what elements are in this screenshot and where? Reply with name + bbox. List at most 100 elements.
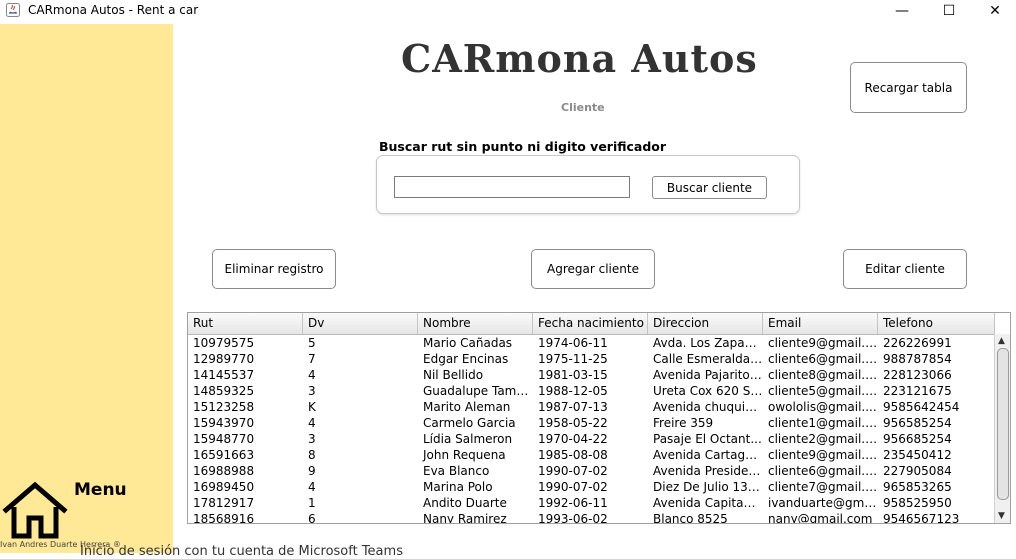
- table-cell: 15943970: [193, 416, 255, 430]
- column-header-fecha-nacimiento[interactable]: Fecha nacimiento: [533, 313, 648, 334]
- table-row[interactable]: 17812917 1 Andito Duarte 1992-06-11 Avenida …: [188, 495, 995, 511]
- table-cell: 6: [308, 512, 316, 524]
- table-cell: Edgar Encinas: [423, 352, 509, 366]
- minimize-button[interactable]: —: [879, 0, 925, 22]
- table-header: Rut Dv Nombre Fecha nacimiento Direccion Emai…: [188, 313, 995, 335]
- table-cell: 227905084: [883, 464, 952, 478]
- column-header-rut[interactable]: Rut: [188, 313, 303, 334]
- table-cell: 16989450: [193, 480, 255, 494]
- maximize-icon: ☐: [942, 3, 956, 19]
- table-cell: Ureta Cox 620 Sa...: [653, 384, 763, 398]
- scroll-up-icon[interactable]: ▲: [998, 336, 1005, 346]
- table-cell: Guadalupe Tama...: [423, 384, 533, 398]
- sidebar: Menu Ivan Andres Duarte Herrera ®: [0, 24, 173, 553]
- search-client-button[interactable]: Buscar cliente: [652, 176, 767, 199]
- table-cell: cliente6@gmail.c...: [768, 352, 878, 366]
- delete-record-button[interactable]: Eliminar registro: [212, 249, 336, 289]
- vertical-scrollbar[interactable]: ▲ ▼: [994, 334, 1010, 523]
- table-row[interactable]: 10979575 5 Mario Cañadas 1974-06-11 Avda. L…: [188, 335, 995, 351]
- table-cell: Avda. Los Zapad...: [653, 336, 763, 350]
- close-button[interactable]: ✕: [972, 0, 1016, 22]
- table-row[interactable]: 15948770 3 Lídia Salmeron 1970-04-22 Pasaje …: [188, 431, 995, 447]
- table-cell: Marito Aleman: [423, 400, 511, 414]
- table-cell: 4: [308, 416, 316, 430]
- home-icon[interactable]: [2, 480, 68, 540]
- table-cell: 1985-08-08: [538, 448, 608, 462]
- column-header-email[interactable]: Email: [763, 313, 878, 334]
- add-client-button[interactable]: Agregar cliente: [531, 249, 655, 289]
- table-row[interactable]: 14859325 3 Guadalupe Tama... 1988-12-05 Uret…: [188, 383, 995, 399]
- table-cell: 9: [308, 464, 316, 478]
- table-cell: Pasaje El Octant...: [653, 432, 762, 446]
- edit-client-button[interactable]: Editar cliente: [843, 249, 967, 289]
- table-cell: 5: [308, 336, 316, 350]
- table-cell: cliente2@gmail.c...: [768, 432, 878, 446]
- table-cell: 988787854: [883, 352, 952, 366]
- table-cell: Avenida Presiden...: [653, 464, 763, 478]
- table-cell: cliente8@gmail.c...: [768, 368, 878, 382]
- scrollbar-thumb[interactable]: [997, 348, 1009, 500]
- table-cell: 1993-06-02: [538, 512, 608, 524]
- table-cell: Calle Esmeralda,...: [653, 352, 763, 366]
- section-subtitle: Cliente: [561, 101, 605, 114]
- clients-table: Rut Dv Nombre Fecha nacimiento Direccion Emai…: [187, 312, 1011, 524]
- column-header-telefono[interactable]: Telefono: [878, 313, 995, 334]
- table-cell: owololis@gmail....: [768, 400, 877, 414]
- reload-table-button[interactable]: Recargar tabla: [850, 62, 967, 113]
- table-cell: 16591663: [193, 448, 255, 462]
- table-cell: Mario Cañadas: [423, 336, 513, 350]
- table-cell: 18568916: [193, 512, 255, 524]
- table-cell: 7: [308, 352, 316, 366]
- rut-search-input[interactable]: [394, 176, 630, 198]
- table-cell: cliente9@gmail.c...: [768, 336, 878, 350]
- menu-label[interactable]: Menu: [74, 480, 127, 500]
- column-header-direccion[interactable]: Direccion: [648, 313, 763, 334]
- table-row[interactable]: 16988988 9 Eva Blanco 1990-07-02 Avenida Pre…: [188, 463, 995, 479]
- table-cell: 1975-11-25: [538, 352, 608, 366]
- column-header-dv[interactable]: Dv: [303, 313, 418, 334]
- table-cell: Avenida Pajaritos...: [653, 368, 763, 382]
- table-cell: Diez De Julio 139...: [653, 480, 763, 494]
- scroll-down-icon[interactable]: ▼: [998, 511, 1005, 521]
- table-cell: John Requena: [423, 448, 506, 462]
- table-cell: 8: [308, 448, 316, 462]
- table-cell: 17812917: [193, 496, 255, 510]
- table-cell: Freire 359: [653, 416, 714, 430]
- table-cell: 1970-04-22: [538, 432, 608, 446]
- table-cell: cliente1@gmail.c...: [768, 416, 878, 430]
- table-cell: 16988988: [193, 464, 255, 478]
- background-window-text: Inicio de sesión con tu cuenta de Micros…: [80, 544, 403, 559]
- table-cell: 1988-12-05: [538, 384, 608, 398]
- table-row[interactable]: 15123258 K Marito Aleman 1987-07-13 Avenida …: [188, 399, 995, 415]
- table-cell: 14145537: [193, 368, 255, 382]
- table-cell: 1981-03-15: [538, 368, 608, 382]
- table-cell: cliente5@gmail.c...: [768, 384, 878, 398]
- search-label: Buscar rut sin punto ni digito verificad…: [379, 139, 667, 154]
- table-cell: 956685254: [883, 432, 952, 446]
- java-app-icon: [6, 3, 20, 17]
- minimize-icon: —: [895, 3, 909, 19]
- table-cell: cliente7@gmail.c...: [768, 480, 878, 494]
- window-title: CARmona Autos - Rent a car: [28, 3, 199, 17]
- title-bar: CARmona Autos - Rent a car — ☐ ✕: [0, 0, 1016, 22]
- table-cell: 228123066: [883, 368, 952, 382]
- table-row[interactable]: 12989770 7 Edgar Encinas 1975-11-25 Calle Es…: [188, 351, 995, 367]
- maximize-button[interactable]: ☐: [926, 0, 972, 22]
- column-header-nombre[interactable]: Nombre: [418, 313, 533, 334]
- table-cell: 15948770: [193, 432, 255, 446]
- table-row[interactable]: 16989450 4 Marina Polo 1990-07-02 Diez De Ju…: [188, 479, 995, 495]
- table-cell: 235450412: [883, 448, 952, 462]
- table-row[interactable]: 14145537 4 Nil Bellido 1981-03-15 Avenida Pa…: [188, 367, 995, 383]
- table-row[interactable]: 18568916 6 Nany Ramirez 1993-06-02 Blanco 85…: [188, 511, 995, 524]
- table-cell: Eva Blanco: [423, 464, 490, 478]
- brand-title: CARmona Autos: [401, 36, 758, 81]
- table-cell: 1958-05-22: [538, 416, 608, 430]
- table-cell: 4: [308, 368, 316, 382]
- table-row[interactable]: 15943970 4 Carmelo Garcia 1958-05-22 Freire …: [188, 415, 995, 431]
- table-cell: Avenida Cartage...: [653, 448, 763, 462]
- table-cell: 12989770: [193, 352, 255, 366]
- table-row[interactable]: 16591663 8 John Requena 1985-08-08 Avenida C…: [188, 447, 995, 463]
- table-cell: Carmelo Garcia: [423, 416, 516, 430]
- table-cell: Avenida Capitan ...: [653, 496, 763, 510]
- table-cell: K: [308, 400, 316, 414]
